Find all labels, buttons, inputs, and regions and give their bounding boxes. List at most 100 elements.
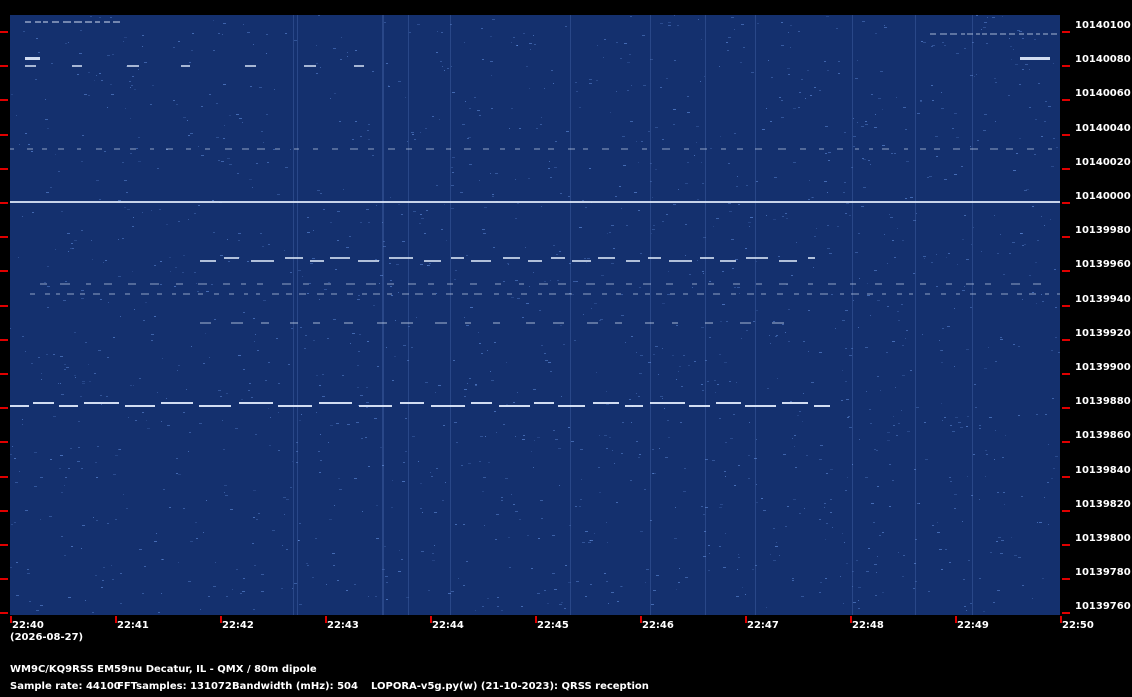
signal-trace [930,33,936,35]
signal-trace [223,283,230,285]
qrss-message [648,257,661,259]
signal-trace [1057,293,1060,295]
qrss-message [650,402,685,404]
station-info: WM9C/KQ9RSS EM59nu Decatur, IL - QMX / 8… [10,664,317,675]
signal-trace [67,293,74,295]
signal-trace [1033,283,1041,285]
signal-trace [104,21,110,23]
signal-trace [713,293,720,295]
bottom-tick [220,616,222,623]
signal-trace [934,148,940,150]
signal-trace [205,148,210,150]
software-info: LOPORA-v5g.py(w) (21-10-2023): QRSS rece… [371,681,649,692]
signal-trace [1006,148,1013,150]
signal-trace [387,283,394,285]
left-tick [0,236,8,238]
qrss-message [716,402,741,404]
signal-trace [642,148,647,150]
qrss-message [33,402,54,404]
signal-trace [45,293,50,295]
signal-trace [303,283,309,285]
signal-trace [402,293,409,295]
bottom-tick [325,616,327,623]
signal-trace [602,148,609,150]
left-tick [0,270,8,272]
bottom-tick [10,616,12,623]
signal-trace [953,148,960,150]
signal-trace [304,65,316,67]
carrier-trace [10,201,1060,203]
time-label: 22:41 [117,620,149,631]
signal-trace [299,293,306,295]
frequency-label: 10140040 [1075,122,1131,134]
signal-trace [229,293,234,295]
signal-trace [495,283,501,285]
signal-trace [643,283,651,285]
time-label: 22:45 [537,620,569,631]
signal-trace [30,293,35,295]
qrss-message [239,402,273,404]
qrss-message [720,260,736,262]
signal-trace [1036,33,1040,35]
signal-trace [366,283,376,285]
time-label: 22:42 [222,620,254,631]
signal-trace [867,293,873,295]
frequency-label: 10140100 [1075,20,1131,31]
signal-trace [731,293,736,295]
signal-trace [214,293,219,295]
signal-trace [583,293,591,295]
signal-trace [777,293,783,295]
signal-trace [313,148,318,150]
right-tick [1062,236,1070,238]
signal-trace [290,322,298,324]
frequency-label: 10139820 [1075,498,1131,510]
signal-trace [548,148,554,150]
signal-trace [86,283,91,285]
vertical-artifact [705,15,706,615]
right-tick [1062,510,1070,512]
time-label: 22:47 [747,620,779,631]
right-tick [1062,407,1070,409]
signal-trace [401,322,413,324]
signal-trace [1029,293,1036,295]
qrss-message [10,405,29,407]
qrss-message [310,260,324,262]
qrss-message [598,257,615,259]
signal-trace [615,322,622,324]
qrss-message [285,257,303,259]
signal-trace [40,283,47,285]
qrss-message [528,260,542,262]
signal-trace [42,148,47,150]
signal-trace [662,148,670,150]
signal-trace [909,293,913,295]
frequency-label: 10140020 [1075,156,1131,168]
frequency-label: 10139800 [1075,533,1131,544]
signal-trace [494,293,499,295]
signal-trace [347,293,353,295]
signal-trace [538,293,542,295]
signal-trace [127,65,139,67]
signal-trace [549,293,556,295]
signal-trace [275,148,280,150]
signal-trace [583,148,588,150]
signal-trace [897,293,902,295]
frequency-label: 10139940 [1075,293,1131,305]
qrss-message [558,405,585,407]
fft-samples: FFTsamples: 131072 [117,681,232,692]
frequency-label: 10139880 [1075,396,1131,408]
signal-trace [920,148,926,150]
signal-trace [606,283,614,285]
signal-trace [1048,148,1052,150]
signal-trace [616,293,621,295]
vertical-artifact [755,15,756,615]
qrss-message [593,402,619,404]
signal-trace [493,322,500,324]
signal-trace [1051,33,1057,35]
signal-trace [313,322,320,324]
signal-trace [465,322,471,324]
frequency-label: 10139860 [1075,430,1131,442]
signal-trace [272,293,279,295]
signal-trace [941,293,946,295]
signal-trace [464,148,471,150]
signal-trace [186,148,191,150]
